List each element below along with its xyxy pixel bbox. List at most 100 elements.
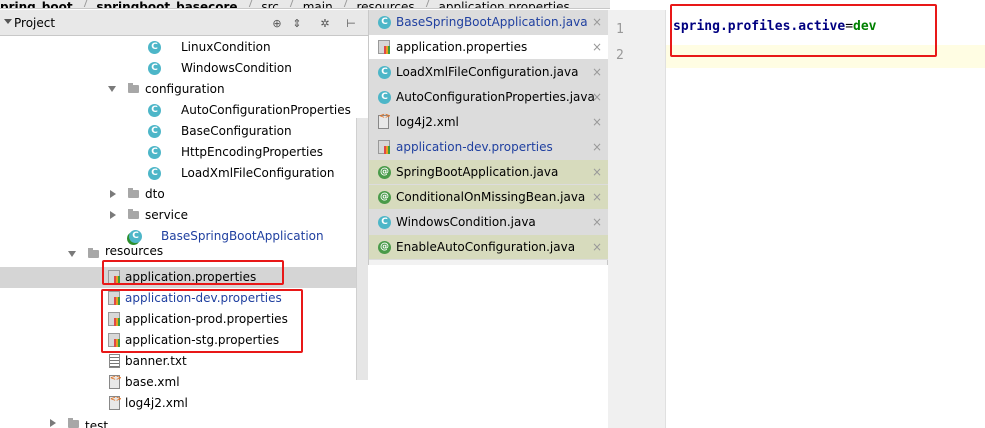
- property-equals: =: [845, 19, 854, 34]
- breadcrumb-item[interactable]: resources: [357, 1, 415, 8]
- editor-tab-active[interactable]: application.properties ×: [369, 35, 609, 60]
- text-file-icon: [109, 354, 120, 368]
- project-scrollbar[interactable]: [356, 118, 368, 380]
- tree-item-selected[interactable]: application.properties: [0, 267, 356, 288]
- properties-file-icon: [108, 333, 120, 347]
- tree-item[interactable]: service: [0, 205, 356, 226]
- tab-label: SpringBootApplication.java: [396, 165, 559, 179]
- close-icon[interactable]: ×: [592, 160, 602, 185]
- tree-item[interactable]: test: [0, 414, 356, 428]
- code-editor[interactable]: spring.profiles.active=dev: [666, 10, 985, 428]
- tree-item[interactable]: C BaseSpringBootApplication: [0, 226, 356, 247]
- expand-arrow-icon[interactable]: [110, 211, 116, 219]
- project-view-dropdown-icon[interactable]: [4, 19, 12, 24]
- tree-item-label: test: [85, 419, 109, 428]
- close-icon[interactable]: ×: [592, 210, 602, 235]
- tree-item-label: service: [145, 208, 188, 222]
- close-icon[interactable]: ×: [592, 85, 602, 110]
- globe-icon[interactable]: ⊕: [270, 17, 284, 30]
- tree-item-label: application-stg.properties: [125, 333, 280, 347]
- editor-tab[interactable]: C LoadXmlFileConfiguration.java ×: [369, 60, 609, 85]
- editor-tab[interactable]: @ SpringBootApplication.java ×: [369, 160, 609, 185]
- collapse-icon[interactable]: ⇕: [290, 17, 304, 30]
- properties-file-icon: [108, 312, 120, 326]
- close-icon[interactable]: ×: [592, 185, 602, 210]
- hide-icon[interactable]: ⊢: [344, 17, 358, 30]
- tab-label: AutoConfigurationProperties.java: [396, 90, 595, 104]
- editor-tab[interactable]: C AutoConfigurationProperties.java ×: [369, 85, 609, 110]
- xml-file-icon: [109, 368, 122, 389]
- breadcrumb-separator: [336, 0, 349, 7]
- breadcrumb-separator: [282, 0, 296, 7]
- folder-icon: [128, 209, 139, 219]
- breadcrumb-item[interactable]: application.properties: [438, 1, 569, 8]
- tab-label: application.properties: [396, 40, 528, 54]
- close-icon[interactable]: ×: [592, 60, 602, 85]
- breadcrumb-separator: [76, 0, 89, 7]
- folder-icon: [128, 188, 139, 198]
- tab-label: BaseSpringBootApplication.java: [396, 15, 588, 29]
- editor-tab[interactable]: application-dev.properties ×: [369, 135, 609, 160]
- editor-gutter: 1 2: [608, 10, 666, 428]
- tab-label: log4j2.xml: [396, 115, 459, 129]
- tree-item[interactable]: C LinuxCondition: [0, 37, 356, 58]
- breadcrumb-item[interactable]: springboot_basecore: [96, 1, 237, 8]
- tree-item[interactable]: C AutoConfigurationProperties: [0, 100, 356, 121]
- breadcrumb-item[interactable]: main: [303, 1, 333, 8]
- annotation-icon: @: [378, 191, 391, 204]
- tree-item-label: dto: [145, 187, 165, 201]
- breadcrumb-item[interactable]: src: [261, 1, 279, 8]
- project-tree: C LinuxCondition C WindowsCondition conf…: [0, 36, 356, 428]
- xml-file-icon: [109, 389, 122, 410]
- tree-item[interactable]: C HttpEncodingProperties: [0, 142, 356, 163]
- class-icon: C: [378, 91, 391, 104]
- tree-item-label: application-prod.properties: [125, 312, 288, 326]
- close-icon[interactable]: ×: [592, 235, 602, 260]
- tab-label: LoadXmlFileConfiguration.java: [396, 65, 579, 79]
- tree-item[interactable]: log4j2.xml: [0, 389, 356, 414]
- expand-arrow-icon[interactable]: [110, 190, 116, 198]
- expand-arrow-icon[interactable]: [108, 86, 116, 92]
- editor-tab[interactable]: C WindowsCondition.java ×: [369, 210, 609, 235]
- tree-item[interactable]: application-stg.properties: [0, 330, 356, 351]
- tree-item[interactable]: C BaseConfiguration: [0, 121, 356, 142]
- gear-icon[interactable]: ✲: [318, 17, 332, 30]
- breadcrumb-item[interactable]: pring_boot: [0, 1, 73, 8]
- breadcrumb-separator: [418, 0, 431, 7]
- properties-file-icon: [108, 291, 120, 305]
- tree-item[interactable]: dto: [0, 184, 356, 205]
- close-icon[interactable]: ×: [592, 135, 602, 160]
- tree-item[interactable]: banner.txt: [0, 351, 356, 372]
- tab-label: application-dev.properties: [396, 140, 553, 154]
- line-number: 1: [616, 22, 624, 37]
- class-icon: C: [378, 66, 391, 79]
- property-value: dev: [853, 19, 877, 34]
- editor-tab[interactable]: log4j2.xml ×: [369, 104, 609, 135]
- close-icon[interactable]: ×: [592, 35, 602, 60]
- expand-arrow-icon[interactable]: [68, 251, 76, 257]
- tree-item[interactable]: C WindowsCondition: [0, 58, 356, 79]
- expand-arrow-icon[interactable]: [50, 419, 56, 427]
- editor-tab[interactable]: C BaseSpringBootApplication.java ×: [369, 10, 609, 35]
- close-icon[interactable]: ×: [592, 10, 602, 35]
- tree-item[interactable]: base.xml: [0, 368, 356, 393]
- class-icon: C: [148, 146, 161, 159]
- project-panel-title[interactable]: Project: [14, 16, 55, 30]
- editor-tab[interactable]: @ EnableAutoConfiguration.java ×: [369, 235, 609, 260]
- tree-item[interactable]: configuration: [0, 79, 356, 100]
- tree-item[interactable]: application-prod.properties: [0, 309, 356, 330]
- tree-item-label: application-dev.properties: [125, 291, 282, 305]
- class-icon: C: [148, 104, 161, 117]
- editor-tab[interactable]: @ ConditionalOnMissingBean.java ×: [369, 185, 609, 210]
- close-icon[interactable]: ×: [592, 110, 602, 135]
- tab-label: ConditionalOnMissingBean.java: [396, 190, 586, 204]
- tree-item[interactable]: application-dev.properties: [0, 288, 356, 309]
- tree-item[interactable]: C LoadXmlFileConfiguration: [0, 163, 356, 184]
- tree-item-label: AutoConfigurationProperties: [181, 103, 351, 117]
- folder-icon: [68, 418, 79, 428]
- properties-file-icon: [378, 140, 390, 154]
- tree-item-label: banner.txt: [125, 354, 187, 368]
- tree-item[interactable]: resources: [0, 247, 356, 258]
- code-line-1[interactable]: spring.profiles.active=dev: [673, 19, 877, 34]
- annotation-icon: @: [378, 241, 391, 254]
